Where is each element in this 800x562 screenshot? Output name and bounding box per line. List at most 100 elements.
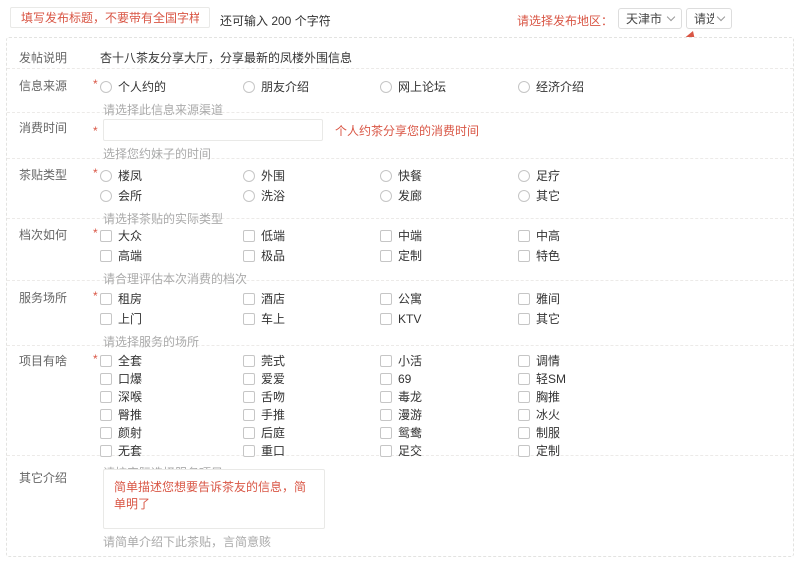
radio-icon[interactable] xyxy=(243,81,255,93)
checkbox-icon[interactable] xyxy=(518,427,530,439)
checkbox-icon[interactable] xyxy=(380,293,392,305)
radio-option-type-6[interactable]: 发廊 xyxy=(380,186,518,206)
checkbox-icon[interactable] xyxy=(518,373,530,385)
checkbox-icon[interactable] xyxy=(243,391,255,403)
checkbox-icon[interactable] xyxy=(243,355,255,367)
radio-option-type-7[interactable]: 其它 xyxy=(518,186,793,206)
radio-option-type-1[interactable]: 外围 xyxy=(243,166,380,186)
checkbox-option-grade-5[interactable]: 极品 xyxy=(243,246,380,266)
checkbox-option-items-6[interactable]: 69 xyxy=(380,370,518,388)
checkbox-option-items-9[interactable]: 舌吻 xyxy=(243,388,380,406)
checkbox-icon[interactable] xyxy=(100,391,112,403)
radio-icon[interactable] xyxy=(518,81,530,93)
checkbox-option-grade-0[interactable]: 大众 xyxy=(100,226,243,246)
checkbox-option-place-6[interactable]: KTV xyxy=(380,309,518,329)
checkbox-icon[interactable] xyxy=(100,409,112,421)
checkbox-option-items-15[interactable]: 冰火 xyxy=(518,406,793,424)
checkbox-option-grade-4[interactable]: 高端 xyxy=(100,246,243,266)
checkbox-option-items-12[interactable]: 臀推 xyxy=(100,406,243,424)
checkbox-icon[interactable] xyxy=(380,313,392,325)
checkbox-icon[interactable] xyxy=(100,313,112,325)
checkbox-icon[interactable] xyxy=(100,250,112,262)
checkbox-icon[interactable] xyxy=(100,373,112,385)
radio-option-source-0[interactable]: 个人约的 xyxy=(100,77,243,97)
radio-icon[interactable] xyxy=(518,170,530,182)
radio-icon[interactable] xyxy=(100,170,112,182)
checkbox-option-items-18[interactable]: 鸳鸯 xyxy=(380,424,518,442)
consume-time-input[interactable] xyxy=(103,119,323,141)
checkbox-option-items-1[interactable]: 莞式 xyxy=(243,352,380,370)
checkbox-option-place-2[interactable]: 公寓 xyxy=(380,289,518,309)
checkbox-icon[interactable] xyxy=(243,313,255,325)
checkbox-icon[interactable] xyxy=(380,427,392,439)
radio-icon[interactable] xyxy=(243,190,255,202)
checkbox-option-place-0[interactable]: 租房 xyxy=(100,289,243,309)
checkbox-icon[interactable] xyxy=(100,355,112,367)
radio-icon[interactable] xyxy=(380,81,392,93)
checkbox-option-items-8[interactable]: 深喉 xyxy=(100,388,243,406)
checkbox-icon[interactable] xyxy=(380,373,392,385)
checkbox-option-items-14[interactable]: 漫游 xyxy=(380,406,518,424)
radio-option-source-2[interactable]: 网上论坛 xyxy=(380,77,518,97)
checkbox-option-items-3[interactable]: 调情 xyxy=(518,352,793,370)
checkbox-icon[interactable] xyxy=(380,355,392,367)
radio-icon[interactable] xyxy=(380,170,392,182)
checkbox-option-place-1[interactable]: 酒店 xyxy=(243,289,380,309)
checkbox-icon[interactable] xyxy=(518,230,530,242)
radio-icon[interactable] xyxy=(100,190,112,202)
checkbox-option-place-4[interactable]: 上门 xyxy=(100,309,243,329)
radio-icon[interactable] xyxy=(518,190,530,202)
radio-option-type-4[interactable]: 会所 xyxy=(100,186,243,206)
radio-icon[interactable] xyxy=(380,190,392,202)
checkbox-icon[interactable] xyxy=(100,427,112,439)
checkbox-option-items-2[interactable]: 小活 xyxy=(380,352,518,370)
radio-option-type-2[interactable]: 快餐 xyxy=(380,166,518,186)
checkbox-icon[interactable] xyxy=(518,409,530,421)
checkbox-option-items-13[interactable]: 手推 xyxy=(243,406,380,424)
checkbox-icon[interactable] xyxy=(518,391,530,403)
checkbox-option-items-11[interactable]: 胸推 xyxy=(518,388,793,406)
checkbox-icon[interactable] xyxy=(518,293,530,305)
checkbox-option-grade-3[interactable]: 中高 xyxy=(518,226,793,246)
checkbox-option-place-5[interactable]: 车上 xyxy=(243,309,380,329)
district-select[interactable]: 请选择 xyxy=(686,8,732,29)
checkbox-option-items-19[interactable]: 制服 xyxy=(518,424,793,442)
radio-option-type-3[interactable]: 足疗 xyxy=(518,166,793,186)
radio-icon[interactable] xyxy=(243,170,255,182)
checkbox-icon[interactable] xyxy=(243,250,255,262)
checkbox-option-items-16[interactable]: 颜射 xyxy=(100,424,243,442)
checkbox-option-grade-7[interactable]: 特色 xyxy=(518,246,793,266)
checkbox-icon[interactable] xyxy=(100,293,112,305)
checkbox-option-items-10[interactable]: 毒龙 xyxy=(380,388,518,406)
checkbox-option-grade-6[interactable]: 定制 xyxy=(380,246,518,266)
checkbox-icon[interactable] xyxy=(518,250,530,262)
post-title-input[interactable] xyxy=(10,7,210,28)
checkbox-option-items-0[interactable]: 全套 xyxy=(100,352,243,370)
checkbox-option-items-5[interactable]: 爱爱 xyxy=(243,370,380,388)
checkbox-icon[interactable] xyxy=(380,391,392,403)
checkbox-option-place-7[interactable]: 其它 xyxy=(518,309,793,329)
other-intro-textarea[interactable] xyxy=(103,469,325,529)
checkbox-icon[interactable] xyxy=(100,230,112,242)
checkbox-option-items-7[interactable]: 轻SM xyxy=(518,370,793,388)
checkbox-icon[interactable] xyxy=(380,230,392,242)
checkbox-icon[interactable] xyxy=(243,230,255,242)
radio-option-type-0[interactable]: 楼凤 xyxy=(100,166,243,186)
checkbox-option-items-17[interactable]: 后庭 xyxy=(243,424,380,442)
checkbox-icon[interactable] xyxy=(380,409,392,421)
radio-option-source-1[interactable]: 朋友介绍 xyxy=(243,77,380,97)
checkbox-icon[interactable] xyxy=(518,313,530,325)
checkbox-icon[interactable] xyxy=(243,373,255,385)
checkbox-icon[interactable] xyxy=(518,355,530,367)
checkbox-option-grade-1[interactable]: 低端 xyxy=(243,226,380,246)
city-select[interactable]: 天津市 xyxy=(618,8,682,29)
checkbox-option-place-3[interactable]: 雅间 xyxy=(518,289,793,309)
checkbox-icon[interactable] xyxy=(243,427,255,439)
checkbox-icon[interactable] xyxy=(380,250,392,262)
checkbox-option-grade-2[interactable]: 中端 xyxy=(380,226,518,246)
checkbox-icon[interactable] xyxy=(243,409,255,421)
radio-option-source-3[interactable]: 经济介绍 xyxy=(518,77,793,97)
checkbox-icon[interactable] xyxy=(243,293,255,305)
radio-option-type-5[interactable]: 洗浴 xyxy=(243,186,380,206)
radio-icon[interactable] xyxy=(100,81,112,93)
